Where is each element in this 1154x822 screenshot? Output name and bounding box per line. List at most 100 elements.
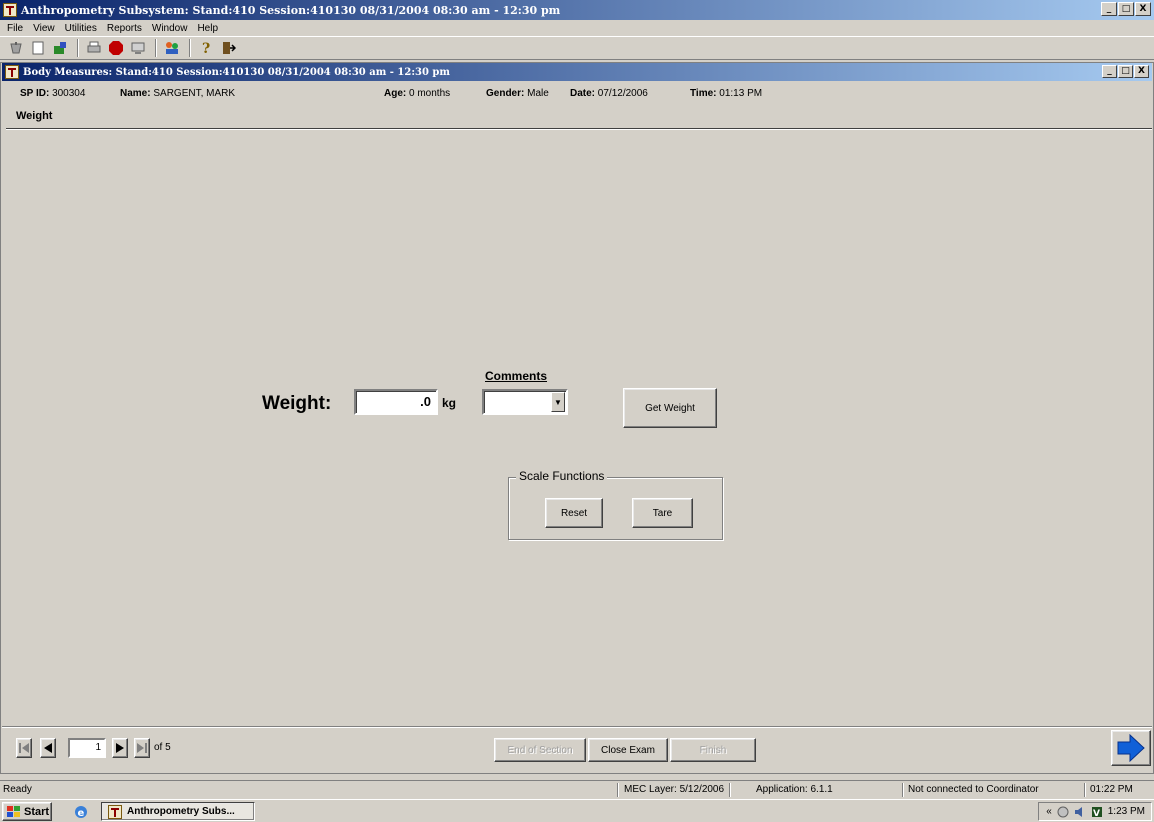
gender-value: Male xyxy=(527,88,549,99)
print-icon[interactable] xyxy=(84,38,104,58)
status-separator xyxy=(1084,783,1086,797)
finish-button[interactable]: Finish xyxy=(670,738,756,762)
start-button[interactable]: Start xyxy=(2,802,52,821)
reset-button[interactable]: Reset xyxy=(545,498,603,528)
anthropometry-app-icon xyxy=(108,804,122,819)
inner-window xyxy=(0,62,1154,774)
app-titlebar: Anthropometry Subsystem: Stand:410 Sessi… xyxy=(0,0,1154,20)
taskbar: Start e Anthropometry Subs... « V 1:23 P… xyxy=(0,799,1154,822)
previous-page-icon xyxy=(44,743,52,753)
name-value: SARGENT, MARK xyxy=(153,88,236,99)
date-label: Date: xyxy=(570,88,596,99)
chevron-down-icon[interactable]: ▼ xyxy=(551,392,565,412)
tare-button[interactable]: Tare xyxy=(632,498,693,528)
date-value: 07/12/2006 xyxy=(597,88,648,99)
app-icon xyxy=(3,3,17,17)
inner-titlebar: Body Measures: Stand:410 Session:410130 … xyxy=(2,63,1152,81)
weight-label: Weight: xyxy=(262,393,332,414)
get-weight-button[interactable]: Get Weight xyxy=(623,388,717,428)
status-separator xyxy=(729,783,731,797)
svg-text:?: ? xyxy=(202,41,210,56)
scale-functions-label: Scale Functions xyxy=(516,469,608,483)
name-label: Name: xyxy=(120,88,151,99)
windows-logo-icon xyxy=(7,805,20,817)
app-title: Anthropometry Subsystem: Stand:410 Sessi… xyxy=(21,3,561,17)
network-icon[interactable] xyxy=(1057,806,1069,818)
menu-help[interactable]: Help xyxy=(192,23,223,34)
antivirus-icon[interactable]: V xyxy=(1091,806,1103,818)
unit-label: kg xyxy=(442,396,457,410)
new-icon[interactable] xyxy=(6,38,26,58)
last-page-icon xyxy=(137,743,147,753)
weight-input[interactable]: .0 xyxy=(354,389,438,415)
taskbar-clock: 1:23 PM xyxy=(1107,806,1145,817)
section-title: Weight xyxy=(16,110,53,122)
volume-icon[interactable] xyxy=(1074,806,1086,818)
last-page-button[interactable] xyxy=(134,738,150,758)
inner-maximize-button[interactable]: □ xyxy=(1118,65,1133,78)
menu-file[interactable]: File xyxy=(2,23,28,34)
comments-dropdown[interactable]: ▼ xyxy=(482,389,568,415)
menu-reports[interactable]: Reports xyxy=(102,23,147,34)
menu-view[interactable]: View xyxy=(28,23,60,34)
computer-icon[interactable] xyxy=(128,38,148,58)
end-of-section-button[interactable]: End of Section xyxy=(494,738,586,762)
minimize-button[interactable]: _ xyxy=(1101,2,1117,16)
start-label: Start xyxy=(24,805,50,818)
toolbar-separator xyxy=(189,39,191,57)
tray-expand-icon[interactable]: « xyxy=(1046,806,1052,817)
toolbar-separator xyxy=(77,39,79,57)
page-number-input[interactable]: 1 xyxy=(68,738,106,758)
app-window-controls: _ □ X xyxy=(1101,2,1151,16)
participant-info: SP ID: 300304 Name: SARGENT, MARK Age: 0… xyxy=(2,82,1152,130)
quick-launch-ie-icon[interactable]: e xyxy=(72,803,90,820)
nav-divider xyxy=(2,726,1152,728)
time-value: 01:13 PM xyxy=(719,88,763,99)
section-divider xyxy=(6,128,1152,130)
toolbar: ? xyxy=(0,36,1154,60)
status-text: Ready xyxy=(3,784,32,795)
first-page-icon xyxy=(19,743,29,753)
gender-field: Gender: Male xyxy=(486,88,549,99)
next-page-button[interactable] xyxy=(112,738,128,758)
next-section-button[interactable] xyxy=(1111,730,1151,766)
menu-bar: File View Utilities Reports Window Help xyxy=(0,20,1154,36)
taskbar-anthropometry-button[interactable]: Anthropometry Subs... xyxy=(101,802,255,821)
window-icon xyxy=(5,65,19,79)
gender-label: Gender: xyxy=(486,88,525,99)
open-icon[interactable] xyxy=(50,38,70,58)
close-exam-button[interactable]: Close Exam xyxy=(588,738,668,762)
previous-page-button[interactable] xyxy=(40,738,56,758)
time-field: Time: 01:13 PM xyxy=(690,88,762,99)
close-button[interactable]: X xyxy=(1135,2,1151,16)
spid-field: SP ID: 300304 xyxy=(20,88,85,99)
age-value: 0 months xyxy=(409,88,451,99)
status-separator xyxy=(902,783,904,797)
menu-window[interactable]: Window xyxy=(147,23,193,34)
application-version-text: Application: 6.1.1 xyxy=(756,784,833,795)
menu-utilities[interactable]: Utilities xyxy=(60,23,102,34)
users-icon[interactable] xyxy=(162,38,182,58)
time-label: Time: xyxy=(690,88,717,99)
spid-value: 300304 xyxy=(52,88,86,99)
stop-icon[interactable] xyxy=(106,38,126,58)
name-field: Name: SARGENT, MARK xyxy=(120,88,235,99)
inner-close-button[interactable]: X xyxy=(1134,65,1149,78)
help-icon[interactable]: ? xyxy=(196,38,216,58)
status-separator xyxy=(617,783,619,797)
system-tray: « V 1:23 PM xyxy=(1038,802,1152,821)
blank-icon[interactable] xyxy=(28,38,48,58)
status-bar: Ready MEC Layer: 5/12/2006 Application: … xyxy=(0,780,1154,798)
right-arrow-icon xyxy=(1117,734,1145,762)
inner-minimize-button[interactable]: _ xyxy=(1102,65,1117,78)
mec-layer-text: MEC Layer: 5/12/2006 xyxy=(624,784,725,795)
exit-icon[interactable] xyxy=(218,38,238,58)
first-page-button[interactable] xyxy=(16,738,32,758)
age-field: Age: 0 months xyxy=(384,88,450,99)
task-label: Anthropometry Subs... xyxy=(127,806,235,817)
maximize-button[interactable]: □ xyxy=(1118,2,1134,16)
svg-text:e: e xyxy=(78,808,85,819)
spid-label: SP ID: xyxy=(20,88,50,99)
date-field: Date: 07/12/2006 xyxy=(570,88,648,99)
inner-title: Body Measures: Stand:410 Session:410130 … xyxy=(23,66,450,78)
